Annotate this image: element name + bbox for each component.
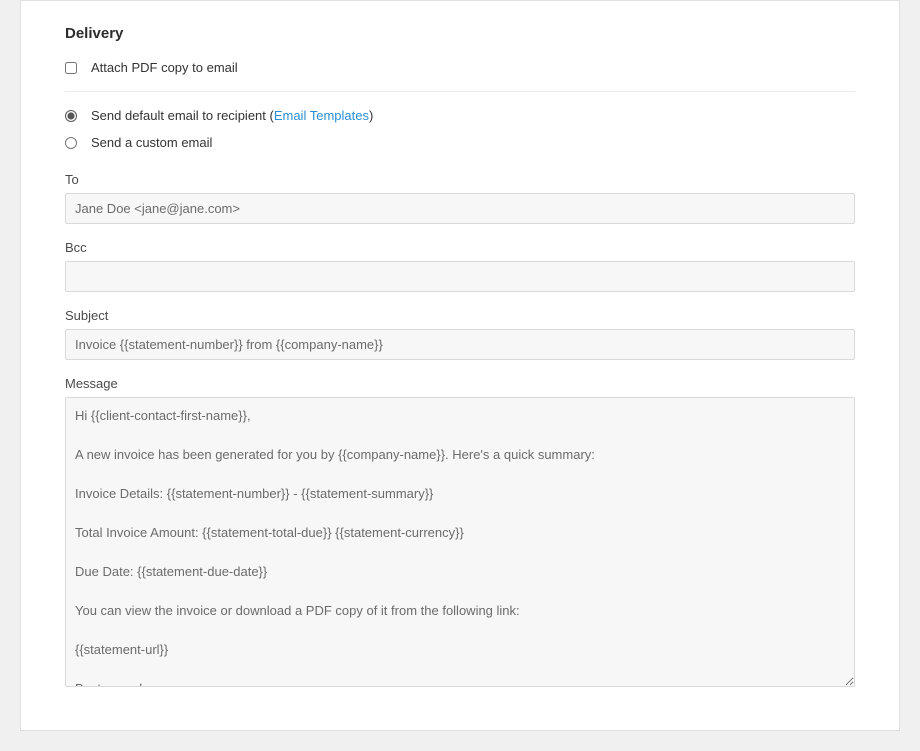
bcc-input[interactable]: [65, 261, 855, 292]
default-email-row: Send default email to recipient (Email T…: [65, 102, 855, 129]
message-textarea[interactable]: [65, 397, 855, 687]
default-email-label: Send default email to recipient (Email T…: [91, 108, 373, 123]
to-input[interactable]: [65, 193, 855, 224]
default-email-label-pre: Send default email to recipient (: [91, 108, 274, 123]
custom-email-row: Send a custom email: [65, 129, 855, 156]
section-title: Delivery: [65, 1, 855, 54]
default-email-label-post: ): [369, 108, 373, 123]
subject-input[interactable]: [65, 329, 855, 360]
subject-label: Subject: [65, 308, 855, 323]
to-label: To: [65, 172, 855, 187]
bcc-label: Bcc: [65, 240, 855, 255]
attach-pdf-label: Attach PDF copy to email: [91, 60, 238, 75]
email-templates-link[interactable]: Email Templates: [274, 108, 369, 123]
message-label: Message: [65, 376, 855, 391]
custom-email-label: Send a custom email: [91, 135, 212, 150]
default-email-radio[interactable]: [65, 110, 77, 122]
attach-pdf-checkbox[interactable]: [65, 62, 77, 74]
divider: [65, 91, 855, 92]
delivery-panel: Delivery Attach PDF copy to email Send d…: [20, 0, 900, 731]
attach-pdf-row: Attach PDF copy to email: [65, 54, 855, 81]
custom-email-radio[interactable]: [65, 137, 77, 149]
